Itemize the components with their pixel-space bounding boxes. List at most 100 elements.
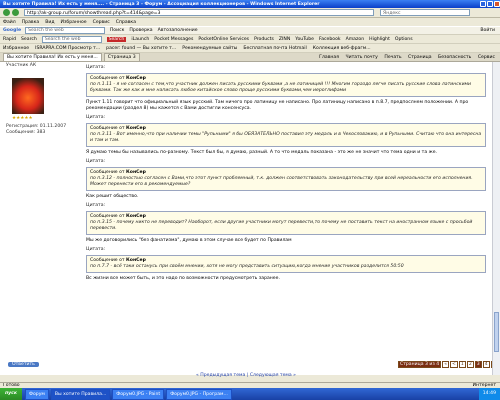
google-item-search[interactable]: Поиск	[110, 28, 125, 33]
google-item-autofill[interactable]: Автозаполнение	[158, 28, 198, 33]
post-body: Цитата: Сообщение от КонСер по п.1.11 - …	[86, 62, 486, 285]
user-panel: Участник АК ★★★★★ Регистрация: 01.11.200…	[6, 62, 86, 136]
toolbar-item-pocket-online[interactable]: PocketOnline Services	[198, 37, 249, 42]
quote-block: Сообщение от КонСер по п.3.15 - почему н…	[86, 211, 486, 235]
google-item-signin[interactable]: Войти	[480, 28, 495, 33]
home-button[interactable]: Главная	[319, 55, 339, 60]
quote-author[interactable]: КонСер	[126, 214, 146, 219]
favorites-button[interactable]: Избранное	[3, 46, 29, 51]
toolbar-item-products[interactable]: Products	[254, 37, 274, 42]
toolbar-item-highlight[interactable]: Highlight	[369, 37, 390, 42]
user-meta: Регистрация: 01.11.2007 Сообщения: 383	[6, 124, 86, 136]
maximize-button[interactable]	[487, 1, 493, 7]
page-4[interactable]: 4	[482, 361, 490, 368]
quote-text: по п.7.7 - всё таки останусь при своём м…	[90, 264, 404, 269]
taskbar-item[interactable]: Вы хотите Правила...	[50, 388, 111, 400]
toolbar-item-facebook[interactable]: Facebook	[319, 37, 341, 42]
page-1[interactable]: 1	[458, 361, 466, 368]
quote-label: Цитата:	[86, 115, 106, 120]
taskbar-item[interactable]: Форум0.JPG - Paint	[112, 388, 165, 400]
toolbar-item-zinn[interactable]: ZINN	[279, 37, 290, 42]
menu-item-edit[interactable]: Правка	[22, 20, 39, 25]
search-input[interactable]: Яндекс	[380, 9, 470, 16]
pagination: Страница 3 из 4 « < 1 2 3 4 >	[397, 361, 499, 368]
nav-separator: |	[246, 373, 249, 378]
print-button[interactable]: Печать	[384, 55, 401, 60]
taskbar-item[interactable]: Форум0.JPG - Програм...	[166, 388, 232, 400]
post-paragraph: Мы же договорились "без фанатизма", дума…	[86, 238, 292, 243]
page-label: Страница 3 из 4	[398, 361, 442, 368]
reply-button[interactable]: Ответить	[8, 362, 39, 367]
page-3: 3	[474, 361, 482, 368]
quote-text: по п.3.12 - полностью согласен с Вами,чт…	[90, 176, 473, 187]
forward-icon[interactable]	[12, 9, 19, 16]
menu-item-tools[interactable]: Сервис	[93, 20, 110, 25]
favorite-item[interactable]: pacer: found — Вы хотите т...	[106, 46, 176, 51]
quote-author[interactable]: КонСер	[126, 170, 146, 175]
google-item-check[interactable]: Проверка	[129, 28, 152, 33]
favorites-bar: Избранное ISRAPRA.COM Просмотр т... pace…	[0, 44, 500, 53]
favorite-item[interactable]: Рекомендуемые сайты	[182, 46, 237, 51]
menu-item-file[interactable]: Файл	[3, 20, 16, 25]
quote-label: Цитата:	[86, 159, 106, 164]
quote-block: Сообщение от КонСер по п.7.7 - всё таки …	[86, 255, 486, 273]
read-mail-button[interactable]: Читать почту	[345, 55, 377, 60]
reputation-stars: ★★★★★	[12, 116, 33, 121]
toolbar-item-options[interactable]: Options	[395, 37, 413, 42]
quote-author[interactable]: КонСер	[126, 76, 146, 81]
tab-page[interactable]: Страница 3	[103, 53, 140, 61]
toolbar-item-pocket-messages[interactable]: Pocket Messages	[154, 37, 193, 42]
tools-menu-button[interactable]: Сервис	[478, 55, 495, 60]
favorite-item[interactable]: Коллекция веб-фрагм...	[313, 46, 371, 51]
start-button[interactable]: пуск	[0, 388, 23, 400]
safety-menu-button[interactable]: Безопасность	[438, 55, 471, 60]
taskbar: пуск Форум Вы хотите Правила... Форум0.J…	[0, 388, 500, 400]
menu-item-view[interactable]: Вид	[45, 20, 54, 25]
scrollbar-thumb[interactable]	[494, 312, 499, 352]
tab-bar: Вы хотите Правила! Их есть у меня... Стр…	[0, 53, 500, 62]
quote-block: Сообщение от КонСер по п.3.12 - полность…	[86, 167, 486, 191]
favorite-item[interactable]: ISRAPRA.COM Просмотр т...	[35, 46, 100, 51]
quote-text: по п.1.11 - я не согласен с тем,что учас…	[90, 82, 472, 93]
favorite-item[interactable]: Бесплатная почта Hotmail	[243, 46, 306, 51]
taskbar-item[interactable]: Форум	[25, 388, 49, 400]
close-button[interactable]	[494, 1, 500, 7]
quote-label: Цитата:	[86, 247, 106, 252]
toolbar-item-amazon[interactable]: Amazon	[346, 37, 365, 42]
toolbar-item-rapid[interactable]: Rapid	[3, 37, 16, 42]
menu-item-favorites[interactable]: Избранное	[61, 20, 87, 25]
next-thread-link[interactable]: Следующая тема »	[250, 373, 296, 378]
system-clock[interactable]: 14:49	[478, 388, 500, 400]
user-title: Участник АК	[6, 63, 37, 68]
rapid-toolbar: Rapid Search Search the web Search iLaun…	[0, 35, 500, 44]
tab-forum-thread[interactable]: Вы хотите Правила! Их есть у меня...	[3, 53, 102, 61]
toolbar-item-search[interactable]: Search	[21, 37, 37, 42]
back-icon[interactable]	[3, 9, 10, 16]
quote-author[interactable]: КонСер	[126, 126, 146, 131]
vertical-scrollbar[interactable]	[492, 62, 500, 375]
google-toolbar: Google Search the web Поиск Проверка Авт…	[0, 26, 500, 35]
toolbar-search-button[interactable]: Search	[106, 36, 127, 42]
address-bar: http://ak-group.ru/forum/showthread.php?…	[0, 8, 500, 18]
page-first[interactable]: «	[442, 361, 450, 368]
page-prev[interactable]: <	[450, 361, 458, 368]
window-title: Вы хотите Правила! Их есть у меня.... - …	[3, 1, 320, 7]
menu-bar: Файл Правка Вид Избранное Сервис Справка	[0, 18, 500, 26]
google-logo: Google	[3, 28, 22, 33]
quote-author[interactable]: КонСер	[126, 258, 146, 263]
prev-thread-link[interactable]: « Предыдущая тема	[196, 373, 245, 378]
minimize-button[interactable]	[480, 1, 486, 7]
post-paragraph: Я думаю темы бы назывались по-разному. Т…	[86, 150, 438, 155]
page-menu-button[interactable]: Страница	[408, 55, 432, 60]
google-search-input[interactable]: Search the web	[25, 27, 105, 34]
url-input[interactable]: http://ak-group.ru/forum/showthread.php?…	[24, 9, 374, 16]
toolbar-item-ilaunch[interactable]: iLaunch	[131, 37, 149, 42]
post-paragraph: Пункт 1.11 говорит что официальный язык …	[86, 100, 469, 111]
quote-text: по п.3.11 - Вот именно,что при наличии т…	[90, 132, 482, 143]
toolbar-search-input[interactable]: Search the web	[41, 35, 102, 43]
avatar[interactable]	[12, 78, 44, 114]
page-2[interactable]: 2	[466, 361, 474, 368]
menu-item-help[interactable]: Справка	[116, 20, 136, 25]
quote-block: Сообщение от КонСер по п.3.11 - Вот имен…	[86, 123, 486, 147]
toolbar-item-youtube[interactable]: YouTube	[295, 37, 314, 42]
